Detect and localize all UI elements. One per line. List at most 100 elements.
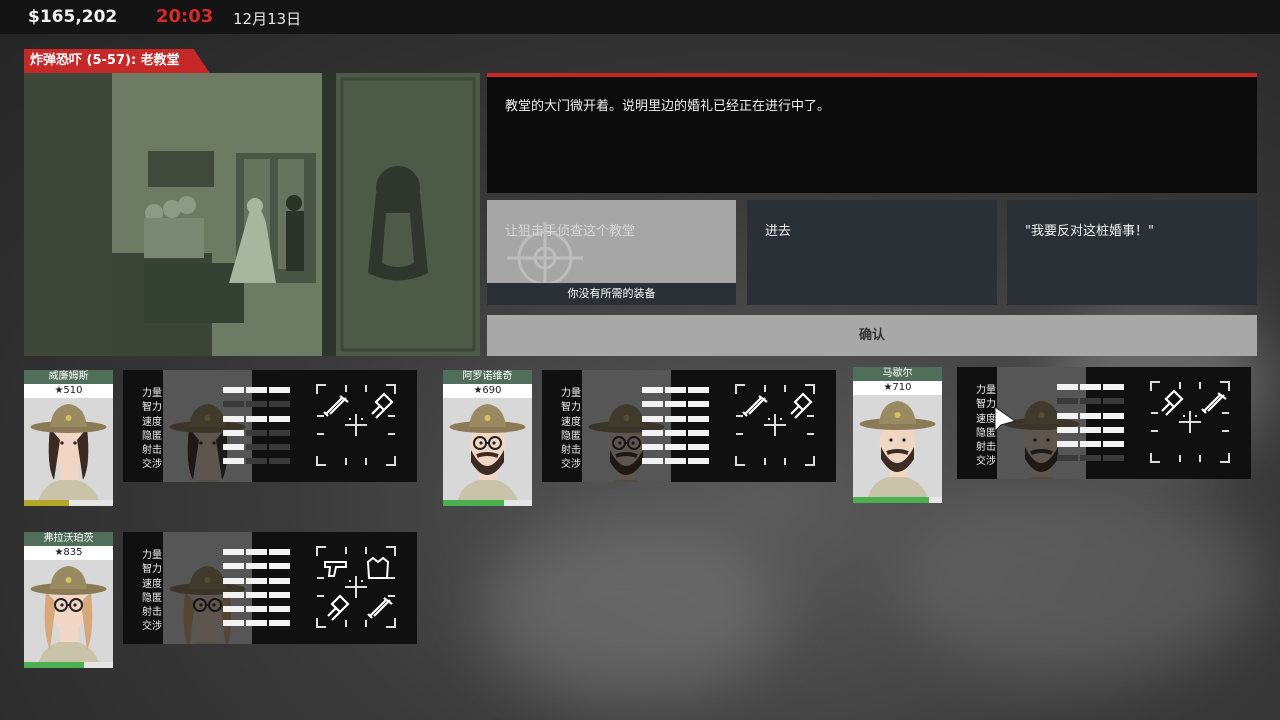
stat-segment (269, 591, 290, 598)
agent-equipment-slots[interactable] (1150, 381, 1230, 463)
sniper-rifle-icon[interactable] (322, 392, 350, 424)
choice-label: 让狙击手侦查这个教堂 (505, 224, 636, 239)
stat-level-bars (642, 429, 709, 436)
pistol-icon[interactable] (322, 554, 350, 586)
agent-stats: 力量 智力 速度 隐匿 射击 交涉 (561, 384, 731, 470)
sniper-rifle-icon[interactable] (366, 594, 394, 626)
stat-segment (642, 458, 663, 465)
stat-level-bars (1057, 455, 1124, 462)
game-date: 12月13日 (233, 10, 302, 28)
stat-name: 智力 (561, 402, 581, 414)
stat-level-bars (1057, 412, 1124, 419)
stat-segment (246, 577, 267, 584)
stat-row: 交涉 (976, 452, 1146, 468)
stat-segment (269, 444, 290, 451)
stat-name: 力量 (142, 550, 162, 561)
stat-level-bars (223, 620, 290, 627)
agent-equipment-slots[interactable] (316, 384, 396, 466)
choice-enter[interactable]: 进去 (747, 200, 997, 305)
stat-segment (642, 415, 663, 422)
scene-illustration (24, 73, 480, 356)
stat-segment (223, 563, 244, 570)
flashlight-icon[interactable] (785, 392, 813, 424)
stat-segment (1103, 384, 1124, 390)
stat-segment (246, 606, 267, 613)
agent-portrait[interactable]: 弗拉沃珀茨 ★835 (24, 532, 113, 668)
stat-level-bars (1057, 384, 1124, 390)
stat-segment (269, 429, 290, 436)
stat-level-bars (642, 444, 709, 451)
stat-segment (246, 429, 267, 436)
agent-health-bar (443, 500, 532, 506)
stat-segment (642, 401, 663, 408)
stat-row: 射击 (561, 441, 731, 456)
stat-level-bars (223, 606, 290, 613)
stat-name: 隐匿 (142, 592, 162, 604)
confirm-button[interactable]: 确认 (487, 315, 1257, 356)
stat-segment (1103, 426, 1124, 433)
stat-row: 力量 (142, 384, 312, 399)
stat-level-bars (642, 415, 709, 422)
stat-row: 交涉 (142, 455, 312, 470)
stat-segment (642, 387, 663, 393)
stat-name: 交涉 (561, 459, 581, 471)
agent-name: 阿罗诺维奇 (443, 370, 532, 384)
stat-segment (1057, 455, 1078, 462)
stat-level-bars (1057, 398, 1124, 405)
agent-equipment-slots[interactable] (316, 546, 396, 628)
stat-level-bars (223, 577, 290, 584)
flashlight-icon[interactable] (366, 392, 394, 424)
stat-level-bars (223, 444, 290, 451)
stat-segment (1057, 384, 1078, 390)
stat-row: 智力 (561, 398, 731, 414)
stat-segment (1057, 426, 1078, 433)
stat-segment (223, 415, 244, 422)
flashlight-icon[interactable] (1156, 389, 1184, 421)
agent-portrait[interactable]: 威廉姆斯 ★510 (24, 370, 113, 506)
stat-row: 交涉 (561, 455, 731, 471)
mission-description-panel: 教堂的大门微开着。说明里边的婚礼已经正在进行中了。 (487, 73, 1257, 193)
top-hud-bar: $165,202 20:03 12月13日 (0, 0, 1280, 34)
vest-icon[interactable] (366, 554, 394, 586)
mission-description: 教堂的大门微开着。说明里边的婚礼已经正在进行中了。 (505, 99, 831, 114)
stat-segment (223, 606, 244, 613)
stat-segment (269, 415, 290, 422)
choice-sniper-scout[interactable]: 让狙击手侦查这个教堂 你没有所需的装备 (487, 200, 736, 305)
agent-name: 马歇尔 (853, 367, 942, 381)
stat-segment (1080, 412, 1101, 419)
stat-segment (223, 458, 244, 465)
stat-segment (223, 429, 244, 436)
stat-segment (246, 401, 267, 408)
stat-segment (269, 458, 290, 465)
stat-name: 力量 (561, 388, 581, 399)
stat-name: 交涉 (976, 456, 996, 468)
stat-level-bars (223, 591, 290, 598)
agent-stats: 力量 智力 速度 隐匿 射击 交涉 (142, 546, 312, 632)
agent-stats-panel: 力量 智力 速度 隐匿 射击 交涉 (542, 370, 836, 482)
flashlight-icon[interactable] (322, 594, 350, 626)
stat-name: 隐匿 (561, 430, 581, 442)
sniper-rifle-icon[interactable] (741, 392, 769, 424)
agent-equipment-slots[interactable] (735, 384, 815, 466)
stat-segment (246, 444, 267, 451)
stat-segment (246, 563, 267, 570)
agent-health-bar (853, 497, 942, 503)
choice-object-wedding[interactable]: "我要反对这桩婚事！" (1007, 200, 1257, 305)
sniper-rifle-icon[interactable] (1200, 389, 1228, 421)
stat-row: 速度 (142, 413, 312, 428)
stat-row: 隐匿 (561, 427, 731, 442)
agent-health-bar (24, 662, 113, 668)
stat-level-bars (223, 401, 290, 408)
stat-segment (665, 401, 686, 408)
stat-segment (1080, 426, 1101, 433)
stat-segment (246, 620, 267, 627)
stat-name: 射击 (142, 607, 162, 619)
agent-portrait[interactable]: 马歇尔 ★710 (853, 367, 942, 503)
stat-name: 射击 (976, 442, 996, 454)
agent-rating: ★690 (443, 384, 532, 398)
stat-name: 智力 (142, 402, 162, 414)
stat-segment (246, 549, 267, 555)
agent-portrait[interactable]: 阿罗诺维奇 ★690 (443, 370, 532, 506)
game-clock: 20:03 (156, 6, 214, 27)
stat-segment (665, 429, 686, 436)
